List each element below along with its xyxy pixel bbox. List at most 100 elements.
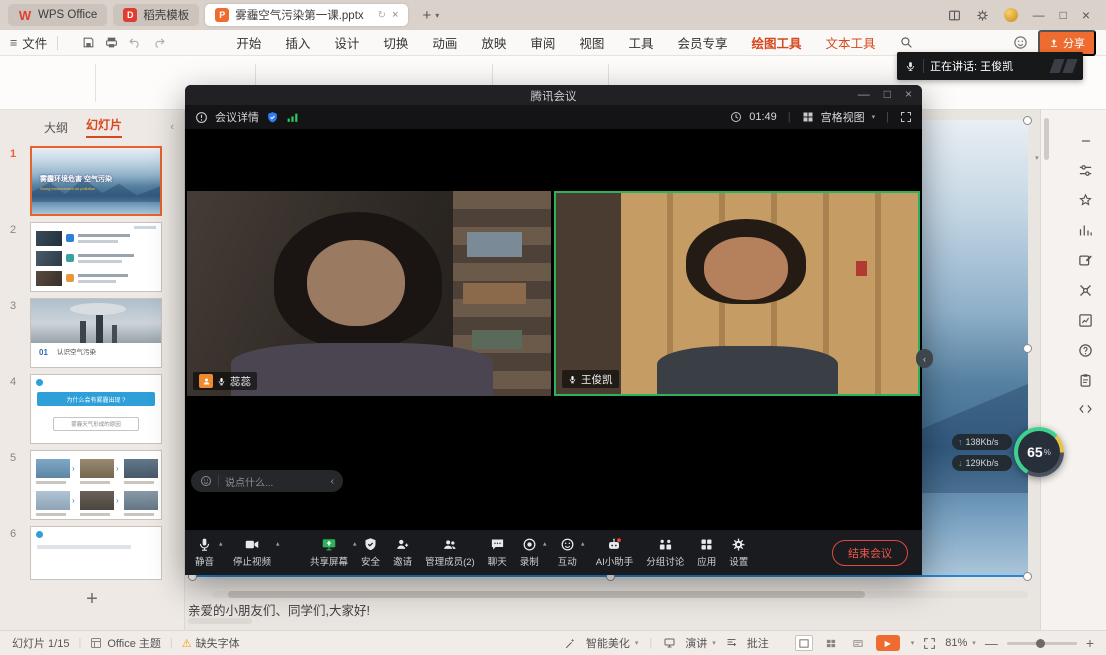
quick-chat-bar[interactable]: 说点什么... ‹ [191,470,343,492]
tab-slides[interactable]: 幻灯片 [86,116,122,138]
zoom-out-button[interactable]: — [985,636,998,651]
notes-text[interactable]: 亲爱的小朋友们、同学们,大家好! [188,600,370,619]
tab-list-chevron-icon[interactable]: ▾ [435,11,439,20]
animation-signal-icon[interactable] [1078,223,1093,238]
slide-thumbnail-5[interactable]: 5 › › › › [0,448,184,524]
apps-button[interactable]: 应用 [697,537,716,568]
tools-icon[interactable] [1078,283,1093,298]
resize-handle-top-right[interactable] [1023,116,1032,125]
emoji-icon[interactable] [200,475,212,487]
fit-window-icon[interactable] [923,637,936,650]
menu-design[interactable]: 设计 [334,33,359,52]
tab-wps-home[interactable]: W WPS Office [8,4,107,26]
video-tile-left[interactable]: 蕊蕊 [187,191,551,396]
menu-transition[interactable]: 切换 [383,33,408,52]
new-tab-button[interactable]: + [422,7,431,24]
feedback-smiley-icon[interactable] [1013,35,1028,50]
resize-handle-right-middle[interactable] [1023,344,1032,353]
zoom-in-button[interactable]: + [1086,635,1094,651]
smart-beautify-button[interactable]: 智能美化▾ [586,635,639,651]
stop-video-button[interactable]: 停止视频▾ [233,537,271,568]
slide-thumbnail-4[interactable]: 4 为什么会有雾霾出现 ? 雾霾天气形成的原因 [0,372,184,448]
menu-view[interactable]: 视图 [579,33,604,52]
slide-thumbnail-6[interactable]: 6 [0,524,184,582]
collapse-dash-icon[interactable] [1079,134,1093,148]
beautify-star-icon[interactable] [1078,193,1093,208]
invite-button[interactable]: 邀请 [393,537,412,568]
manage-members-button[interactable]: 管理成员(2) [425,537,475,568]
horizontal-scrollbar-thumb[interactable] [228,591,864,598]
slide-thumbnail-2[interactable]: 2 [0,220,184,296]
video-tile-right[interactable]: 王俊凯 [554,191,920,396]
menu-member[interactable]: 会员专享 [677,33,727,52]
play-options-chevron-icon[interactable]: ▾ [911,639,915,647]
close-button[interactable]: × [1082,7,1090,23]
meeting-maximize-button[interactable]: □ [884,87,891,101]
tab-close-icon[interactable]: × [392,9,398,21]
chat-button[interactable]: 聊天 [488,537,507,568]
slide-thumbnail-3[interactable]: 3 01 认识空气污染 [0,296,184,372]
menu-insert[interactable]: 插入 [285,33,310,52]
settings-gear-icon[interactable] [976,9,989,22]
theme-name[interactable]: Office 主题 [107,635,161,651]
performance-ring[interactable]: 65% [1014,427,1064,477]
menu-tools[interactable]: 工具 [628,33,653,52]
resize-handle-bottom-right[interactable] [1023,572,1032,581]
search-icon[interactable] [900,36,913,49]
reading-view-button[interactable] [849,635,867,651]
meeting-info-label[interactable]: 会议详情 [215,109,259,125]
help-icon[interactable] [1078,343,1093,358]
maximize-button[interactable]: □ [1060,8,1067,22]
performance-widget[interactable]: ↑ 138Kb/s ↓ 129Kb/s 65% [952,427,1064,479]
add-slide-button[interactable]: + [0,588,184,611]
redo-icon[interactable] [152,36,166,49]
tab-sync-icon[interactable]: ↻ [378,10,386,21]
properties-sliders-icon[interactable] [1078,163,1093,178]
menu-file[interactable]: 文件 [22,33,47,52]
zoom-slider[interactable] [1007,642,1077,645]
save-icon[interactable] [82,36,95,49]
expand-arrows-icon[interactable] [1078,403,1093,415]
menu-drawing-tools[interactable]: 绘图工具 [751,33,801,52]
tab-outline[interactable]: 大纲 [44,119,68,136]
reactions-button[interactable]: 互动▾ [558,537,577,568]
member-avatar[interactable] [1004,8,1018,22]
undo-icon[interactable] [128,36,142,49]
layout-switch-icon[interactable] [948,9,961,22]
menu-text-tools[interactable]: 文本工具 [825,33,875,52]
security-button[interactable]: 安全 [361,537,380,568]
ai-assistant-button[interactable]: AI小助手 [596,537,633,568]
breakout-rooms-button[interactable]: 分组讨论 [646,537,684,568]
menu-slideshow[interactable]: 放映 [481,33,506,52]
fullscreen-icon[interactable] [900,111,912,123]
minimize-button[interactable]: — [1033,8,1045,22]
share-screen-button[interactable]: 共享屏幕▾ [310,537,348,568]
zoom-level[interactable]: 81%▾ [945,637,976,649]
clipboard-icon[interactable] [1078,373,1093,388]
tab-presentation[interactable]: P 雾霾空气污染第一课.pptx ↻ × [205,4,408,26]
canvas-collapse-handle[interactable]: ‹ [916,349,933,368]
record-button[interactable]: 录制▾ [520,537,539,568]
end-meeting-button[interactable]: 结束会议 [832,540,908,566]
panel-collapse-icon[interactable]: ‹ [170,121,174,133]
slide-sorter-view-button[interactable] [822,635,840,651]
tab-docer[interactable]: D 稻壳模板 [113,4,199,26]
menu-start[interactable]: 开始 [236,33,261,52]
zoom-slider-handle[interactable] [1036,639,1045,648]
print-icon[interactable] [105,36,118,49]
missing-font-warning[interactable]: 缺失字体 [196,635,240,651]
view-mode-selector[interactable]: 宫格视图 [821,109,865,125]
quick-chat-placeholder[interactable]: 说点什么... [225,474,273,489]
meeting-minimize-button[interactable]: — [858,87,870,101]
layers-chart-icon[interactable] [1078,313,1093,328]
meeting-title-bar[interactable]: 腾讯会议 — □ × [185,85,922,105]
comment-button[interactable]: 批注 [747,635,769,651]
menu-animation[interactable]: 动画 [432,33,457,52]
normal-view-button[interactable] [795,635,813,651]
meeting-close-button[interactable]: × [905,87,912,101]
slide-thumbnail-1[interactable]: 1 雾霾环境危害 空气污染 Smog environment air pollu… [0,144,184,220]
horizontal-scrollbar[interactable] [212,591,1028,598]
menu-review[interactable]: 审阅 [530,33,555,52]
sidebar-scrollbar-thumb[interactable] [1044,118,1049,160]
mute-button[interactable]: 静音▾ [195,537,214,568]
